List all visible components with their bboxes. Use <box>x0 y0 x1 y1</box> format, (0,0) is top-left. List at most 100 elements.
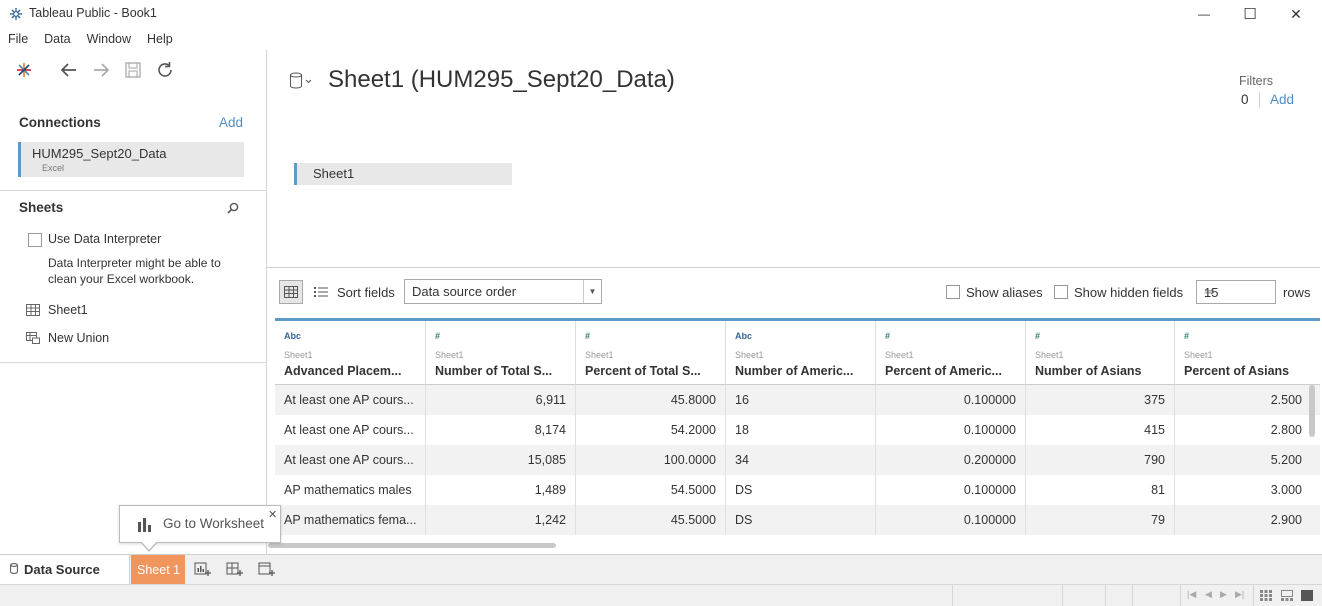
table-cell: 2.800 <box>1270 423 1302 437</box>
menu-window[interactable]: Window <box>79 30 139 50</box>
column-header[interactable]: # Sheet1 Percent of Total S... <box>576 321 726 385</box>
number-type-icon[interactable]: # <box>885 331 890 341</box>
chevron-down-icon: ▼ <box>583 280 601 303</box>
column-table: Sheet1 <box>585 350 614 360</box>
show-aliases-label: Show aliases <box>966 285 1043 300</box>
next-page-icon[interactable]: ▶ <box>1220 589 1227 600</box>
single-view-icon[interactable] <box>1301 590 1313 601</box>
show-hidden-fields-label: Show hidden fields <box>1074 285 1184 300</box>
divider <box>0 362 266 363</box>
new-worksheet-icon[interactable] <box>194 561 212 578</box>
database-dropdown-icon[interactable] <box>289 72 313 90</box>
data-source-title[interactable]: Sheet1 (HUM295_Sept20_Data) <box>328 66 675 94</box>
close-button[interactable]: ✕ <box>1273 2 1319 26</box>
divider <box>1180 585 1181 606</box>
connection-type: Excel <box>42 163 65 173</box>
table-cell: 0.100000 <box>876 415 1026 445</box>
number-type-icon[interactable]: # <box>585 331 590 341</box>
data-interpreter-description: Data Interpreter might be able to clean … <box>48 256 221 286</box>
go-to-worksheet-tooltip[interactable]: Go to Worksheet ✕ <box>119 505 281 543</box>
arrow-right-icon[interactable]: ⇒ <box>1204 284 1270 300</box>
show-aliases-checkbox[interactable] <box>946 285 960 299</box>
grid-view-button[interactable] <box>279 280 303 304</box>
column-table: Sheet1 <box>1184 350 1213 360</box>
number-type-icon[interactable]: # <box>435 331 440 341</box>
table-row[interactable]: AP mathematics males 1,489 54.5000 DS 0.… <box>275 475 1320 505</box>
number-type-icon[interactable]: # <box>1184 331 1189 341</box>
search-icon[interactable] <box>226 201 240 215</box>
rows-count-input[interactable]: 15 ⇒ <box>1196 280 1276 304</box>
menu-data[interactable]: Data <box>36 30 78 50</box>
connection-item[interactable]: HUM295_Sept20_Data Excel <box>18 142 244 177</box>
sheet-item-new-union[interactable]: New Union <box>26 331 109 345</box>
table-cell: 79 <box>1026 505 1175 535</box>
tab-sheet1[interactable]: Sheet 1 <box>131 555 185 584</box>
column-table: Sheet1 <box>735 350 764 360</box>
new-story-icon[interactable] <box>258 561 276 578</box>
connections-add-link[interactable]: Add <box>219 115 243 130</box>
filmstrip-view-icon[interactable] <box>1281 590 1293 601</box>
column-header[interactable]: # Sheet1 Percent of Americ... <box>876 321 1026 385</box>
column-header[interactable]: # Sheet1 Percent of Asians <box>1175 321 1320 385</box>
redo-icon[interactable] <box>90 60 112 80</box>
horizontal-scrollbar[interactable] <box>268 543 556 548</box>
table-cell: 45.8000 <box>576 385 726 415</box>
number-type-icon[interactable]: # <box>1035 331 1040 341</box>
save-icon[interactable] <box>122 60 144 80</box>
new-dashboard-icon[interactable] <box>226 561 244 578</box>
string-type-icon[interactable]: Abc <box>284 331 301 341</box>
show-hidden-fields-checkbox[interactable] <box>1054 285 1068 299</box>
left-panel: Connections Add HUM295_Sept20_Data Excel… <box>0 50 267 554</box>
bar-chart-icon <box>138 518 151 532</box>
table-cell: 0.200000 <box>876 445 1026 475</box>
table-cell: 16 <box>726 385 876 415</box>
column-header[interactable]: Abc Sheet1 Advanced Placem... <box>275 321 426 385</box>
tab-data-source[interactable]: Data Source <box>0 555 130 584</box>
table-cell: 8,174 <box>426 415 576 445</box>
table-row[interactable]: At least one AP cours... 6,911 45.8000 1… <box>275 385 1320 415</box>
column-header[interactable]: # Sheet1 Number of Asians <box>1026 321 1175 385</box>
close-icon[interactable]: ✕ <box>268 508 277 521</box>
last-page-icon[interactable]: ▶| <box>1235 589 1244 600</box>
database-icon <box>10 563 18 574</box>
vertical-scrollbar[interactable] <box>1309 385 1315 437</box>
list-view-button[interactable] <box>309 280 333 304</box>
tooltip-pointer <box>141 541 157 550</box>
string-type-icon[interactable]: Abc <box>735 331 752 341</box>
column-header[interactable]: # Sheet1 Number of Total S... <box>426 321 576 385</box>
divider <box>1259 92 1260 108</box>
sort-fields-select[interactable]: Data source order ▼ <box>404 279 602 304</box>
first-page-icon[interactable]: |◀ <box>1187 589 1196 600</box>
grid-view-icon[interactable] <box>1260 590 1272 601</box>
menu-file[interactable]: File <box>0 30 36 50</box>
connections-header: Connections <box>19 115 101 130</box>
maximize-icon: ☐ <box>1243 6 1257 23</box>
column-name: Percent of Asians <box>1184 364 1290 378</box>
title-bar: Tableau Public - Book1 — ☐ ✕ <box>0 0 1322 28</box>
use-data-interpreter-checkbox[interactable] <box>28 233 42 247</box>
table-row[interactable]: At least one AP cours... 15,085 100.0000… <box>275 445 1320 475</box>
tableau-logo-icon[interactable] <box>13 60 35 80</box>
sheet-tab-bar: Data Source Sheet 1 <box>0 554 1322 584</box>
column-table: Sheet1 <box>435 350 464 360</box>
filters-add-link[interactable]: Add <box>1270 92 1294 107</box>
use-data-interpreter-label: Use Data Interpreter <box>48 232 162 246</box>
table-row[interactable]: At least one AP cours... 8,174 54.2000 1… <box>275 415 1320 445</box>
minimize-button[interactable]: — <box>1181 2 1227 26</box>
table-row[interactable]: AP mathematics fema... 1,242 45.5000 DS … <box>275 505 1320 535</box>
previous-page-icon[interactable]: ◀ <box>1205 589 1212 600</box>
column-name: Number of Total S... <box>435 364 553 378</box>
table-cell: DS <box>726 475 876 505</box>
table-cell: 15,085 <box>426 445 576 475</box>
sheet-item-sheet1[interactable]: Sheet1 <box>26 303 88 317</box>
refresh-icon[interactable] <box>154 60 176 80</box>
divider <box>1105 585 1106 606</box>
column-header[interactable]: Abc Sheet1 Number of Americ... <box>726 321 876 385</box>
divider <box>1253 585 1254 606</box>
undo-icon[interactable] <box>58 60 80 80</box>
table-cell: AP mathematics fema... <box>275 505 426 535</box>
canvas-table-sheet1[interactable]: Sheet1 <box>294 163 512 185</box>
maximize-button[interactable]: ☐ <box>1227 2 1273 26</box>
table-cell: 375 <box>1026 385 1175 415</box>
menu-help[interactable]: Help <box>139 30 181 50</box>
